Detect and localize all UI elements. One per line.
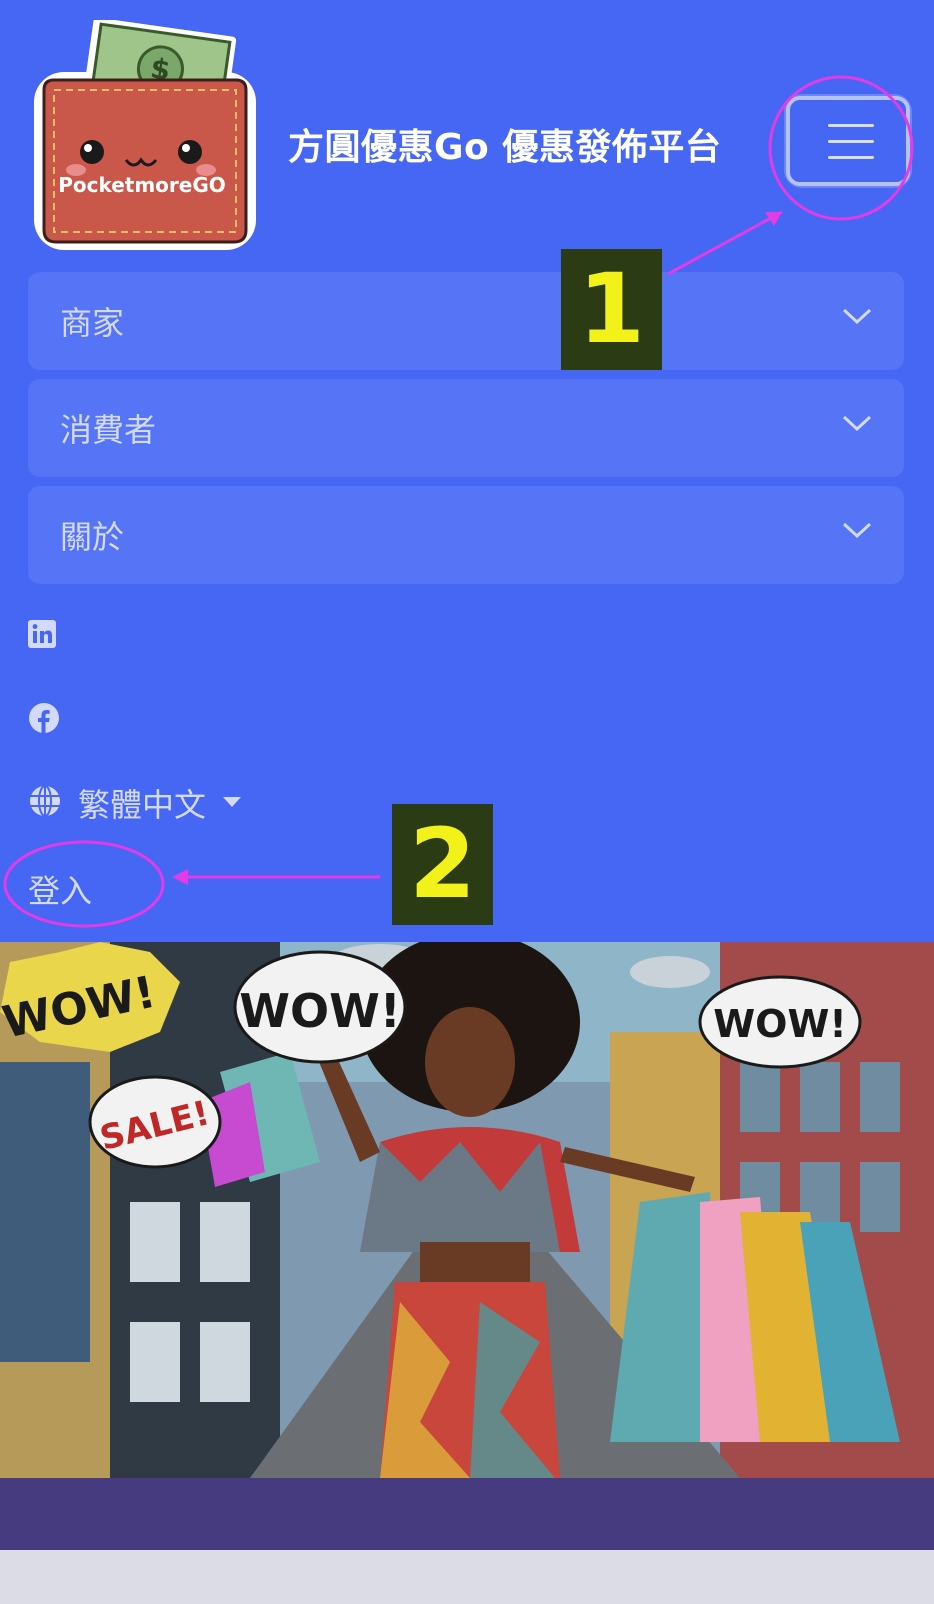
logo-text: PocketmoreGO <box>58 173 226 197</box>
caret-down-icon <box>223 797 241 807</box>
brand-title[interactable]: 方圓優惠Go 優惠發佈平台 <box>288 118 721 170</box>
nav-item-about[interactable]: 關於 <box>28 486 904 584</box>
brand-logo[interactable]: $ PocketmoreGO <box>28 17 264 256</box>
chevron-down-icon <box>842 415 872 432</box>
hero-illustration: WOW! WOW! WOW! SALE! <box>0 942 934 1478</box>
chevron-down-icon <box>842 522 872 539</box>
nav-item-label: 消費者 <box>60 411 157 449</box>
menu-toggle-button[interactable] <box>784 94 912 188</box>
chevron-down-icon <box>842 308 872 325</box>
nav-item-merchants[interactable]: 商家 <box>28 272 904 370</box>
nav-item-consumers[interactable]: 消費者 <box>28 379 904 477</box>
annotation-label-1: 1 <box>561 249 662 370</box>
annotation-label-2: 2 <box>392 804 493 925</box>
login-link[interactable]: 登入 <box>28 866 92 912</box>
hero-bubble-text: WOW! <box>239 984 401 1038</box>
globe-icon <box>30 785 60 817</box>
nav-item-label: 關於 <box>60 518 125 556</box>
hero-image: WOW! WOW! WOW! SALE! <box>0 942 934 1478</box>
navbar: $ PocketmoreGO 方圓優惠Go 優惠發佈平台 商家 消費者 關於 繁… <box>0 0 934 942</box>
hero-bubble-text: WOW! <box>713 1002 846 1046</box>
facebook-icon[interactable] <box>28 702 60 734</box>
linkedin-icon[interactable] <box>28 620 56 648</box>
nav-item-label: 商家 <box>60 304 125 342</box>
footer-band <box>0 1478 934 1550</box>
language-label: 繁體中文 <box>78 786 207 824</box>
